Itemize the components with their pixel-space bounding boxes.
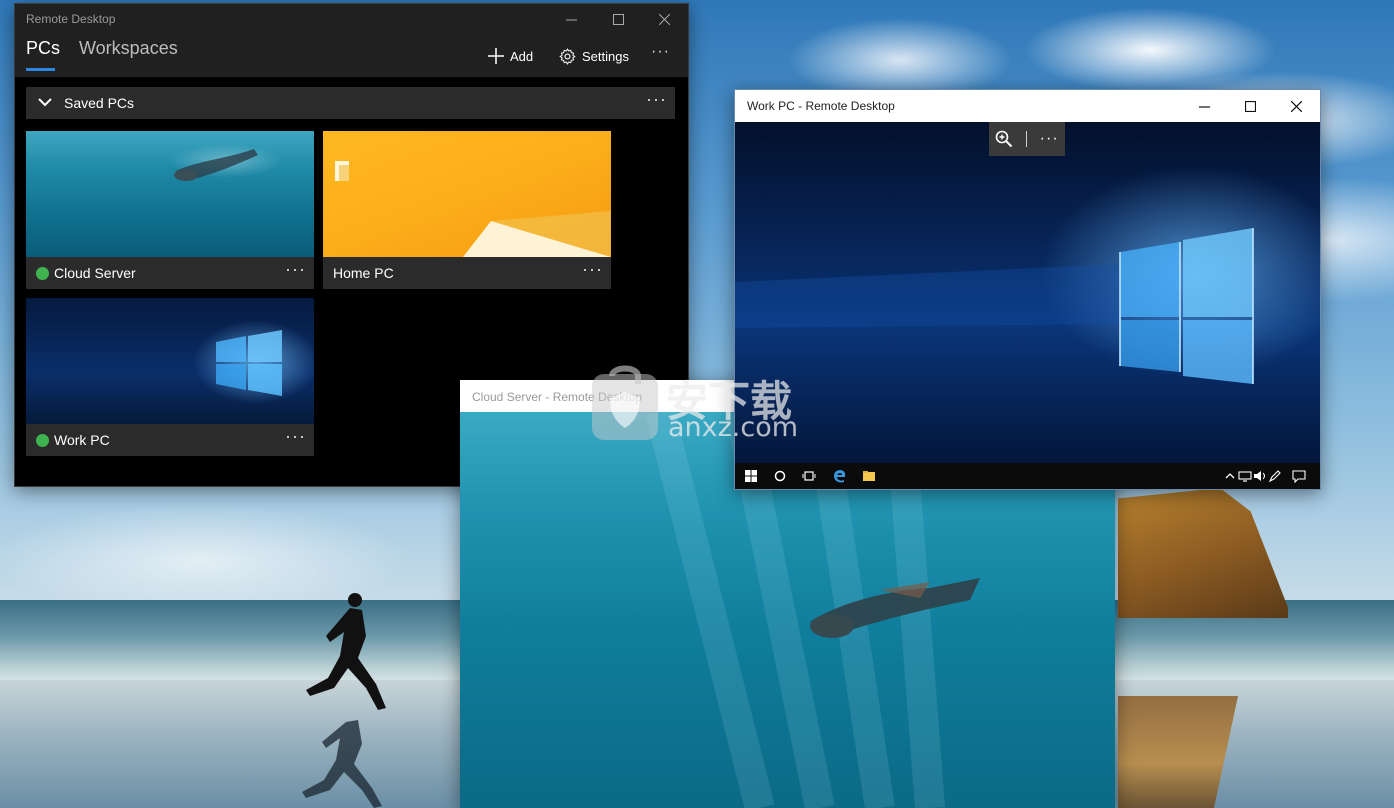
volume-icon[interactable] (1253, 469, 1267, 483)
win10-logo-graphic (216, 330, 282, 396)
pc-name: Home PC (333, 265, 394, 281)
minimize-icon (1198, 105, 1210, 108)
diver-graphic (174, 149, 258, 181)
settings-button[interactable]: Settings (559, 48, 629, 65)
pen-icon[interactable] (1268, 469, 1282, 483)
close-icon (1290, 100, 1302, 112)
pc-more-icon[interactable]: ··· (285, 426, 306, 447)
add-label: Add (510, 48, 534, 64)
chevron-down-icon (38, 98, 52, 107)
network-icon[interactable] (1238, 469, 1252, 483)
watermark-en-text: anxz.com (668, 412, 799, 443)
more-options-icon[interactable]: ··· (651, 43, 670, 61)
windows-start-icon[interactable] (744, 469, 758, 483)
gear-icon (559, 48, 576, 65)
chevron-up-icon[interactable] (1225, 469, 1235, 483)
remote-taskbar (735, 463, 1320, 489)
settings-label: Settings (582, 49, 629, 64)
pc-more-icon[interactable]: ··· (582, 259, 603, 280)
site-watermark: 安下载 anxz.com (588, 362, 803, 444)
work-pc-window: Work PC - Remote Desktop ··· (734, 89, 1321, 490)
minimize-button[interactable] (548, 4, 594, 34)
maximize-button[interactable] (595, 4, 641, 34)
cortana-icon[interactable] (773, 469, 787, 483)
window-title: Remote Desktop (26, 12, 116, 26)
shield-logo-icon (592, 365, 658, 440)
more-options-icon[interactable]: ··· (1040, 130, 1059, 148)
remote-session-screen[interactable]: ··· (735, 122, 1320, 463)
pc-tile-footer: Cloud Server ··· (26, 257, 314, 289)
saved-pcs-group-header[interactable]: Saved PCs ··· (26, 87, 675, 119)
toolbar-divider (1026, 131, 1027, 147)
maximize-button[interactable] (1227, 90, 1273, 122)
maximize-icon (612, 13, 624, 25)
minimize-button[interactable] (1181, 90, 1227, 122)
active-tab-indicator (26, 68, 55, 71)
minimize-icon (565, 19, 577, 20)
group-more-icon[interactable]: ··· (646, 89, 667, 110)
group-label: Saved PCs (64, 95, 135, 111)
pc-tile-home-pc[interactable]: Home PC ··· (323, 131, 611, 289)
action-center-icon[interactable] (1292, 469, 1306, 483)
pc-tile-cloud-server[interactable]: Cloud Server ··· (26, 131, 314, 289)
title-bar[interactable]: Remote Desktop (15, 4, 688, 34)
pc-tile-footer: Work PC ··· (26, 424, 314, 456)
title-bar[interactable]: Work PC - Remote Desktop (735, 90, 1320, 122)
plus-icon (488, 48, 504, 64)
close-button[interactable] (1273, 90, 1319, 122)
tab-pcs[interactable]: PCs (26, 38, 60, 59)
status-online-dot (36, 434, 49, 447)
pc-name: Cloud Server (54, 265, 136, 281)
app-header: PCs Workspaces Add Settings ··· (15, 34, 688, 77)
win8-wallpaper-graphic (335, 161, 611, 257)
status-online-dot (36, 267, 49, 280)
pc-name: Work PC (54, 432, 110, 448)
edge-icon[interactable] (833, 469, 847, 483)
maximize-icon (1244, 100, 1256, 112)
pc-thumbnail (323, 131, 611, 257)
tab-workspaces[interactable]: Workspaces (79, 38, 178, 59)
task-view-icon[interactable] (802, 469, 816, 483)
pc-thumbnail (26, 131, 314, 257)
zoom-in-icon[interactable] (995, 130, 1013, 148)
runner-reflection (302, 720, 382, 808)
pc-thumbnail (26, 298, 314, 424)
add-button[interactable]: Add (488, 48, 533, 64)
session-toolbar: ··· (989, 122, 1065, 156)
pc-tile-work-pc[interactable]: Work PC ··· (26, 298, 314, 456)
windows-10-hero-graphic (735, 228, 1254, 384)
runner-silhouette (306, 593, 386, 710)
close-icon (658, 13, 670, 25)
close-button[interactable] (641, 4, 687, 34)
window-title: Work PC - Remote Desktop (747, 99, 895, 113)
pc-tile-footer: Home PC ··· (323, 257, 611, 289)
file-explorer-icon[interactable] (862, 469, 876, 483)
pc-more-icon[interactable]: ··· (285, 259, 306, 280)
